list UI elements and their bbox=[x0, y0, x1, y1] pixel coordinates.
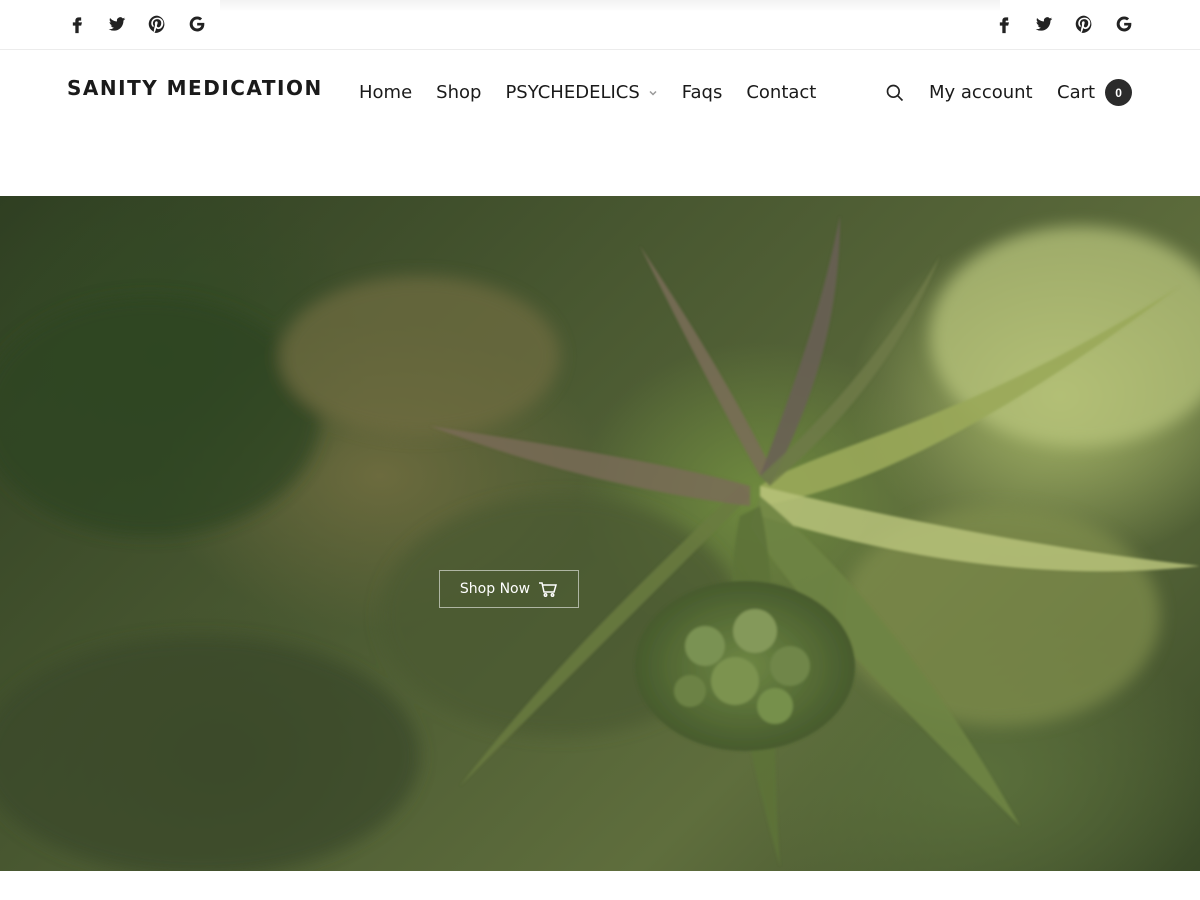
my-account-link[interactable]: My account bbox=[929, 82, 1033, 103]
social-links-left bbox=[66, 13, 208, 35]
cart-icon bbox=[539, 582, 558, 597]
cart-link[interactable]: Cart 0 bbox=[1057, 79, 1133, 106]
nav-faqs[interactable]: Faqs bbox=[682, 82, 723, 103]
facebook-icon[interactable] bbox=[993, 13, 1015, 35]
top-shadow bbox=[220, 0, 1000, 12]
main-nav: Home Shop PSYCHEDELICS Faqs Contact bbox=[359, 82, 816, 103]
google-icon[interactable] bbox=[1113, 13, 1135, 35]
nav-contact[interactable]: Contact bbox=[746, 82, 816, 103]
social-links-right bbox=[993, 13, 1135, 35]
nav-home[interactable]: Home bbox=[359, 82, 412, 103]
nav-psychedelics[interactable]: PSYCHEDELICS bbox=[505, 82, 657, 103]
twitter-icon[interactable] bbox=[106, 13, 128, 35]
facebook-icon[interactable] bbox=[66, 13, 88, 35]
twitter-icon[interactable] bbox=[1033, 13, 1055, 35]
top-social-bar bbox=[0, 0, 1200, 50]
nav-psychedelics-label: PSYCHEDELICS bbox=[505, 82, 640, 103]
pinterest-icon[interactable] bbox=[146, 13, 168, 35]
site-logo[interactable]: SANITY MEDICATION bbox=[67, 76, 323, 100]
cart-count-badge: 0 bbox=[1105, 79, 1133, 106]
shop-now-label: Shop Now bbox=[459, 581, 531, 597]
site-header: SANITY MEDICATION Home Shop PSYCHEDELICS… bbox=[0, 51, 1200, 195]
google-icon[interactable] bbox=[186, 13, 208, 35]
nav-shop[interactable]: Shop bbox=[436, 82, 481, 103]
cart-label: Cart bbox=[1057, 82, 1096, 103]
chevron-down-icon bbox=[648, 88, 658, 98]
hero-banner: Shop Now bbox=[0, 196, 1200, 871]
pinterest-icon[interactable] bbox=[1073, 13, 1095, 35]
hero-plant-image bbox=[0, 216, 1200, 871]
shop-now-button[interactable]: Shop Now bbox=[439, 570, 579, 608]
search-icon[interactable] bbox=[885, 83, 907, 105]
